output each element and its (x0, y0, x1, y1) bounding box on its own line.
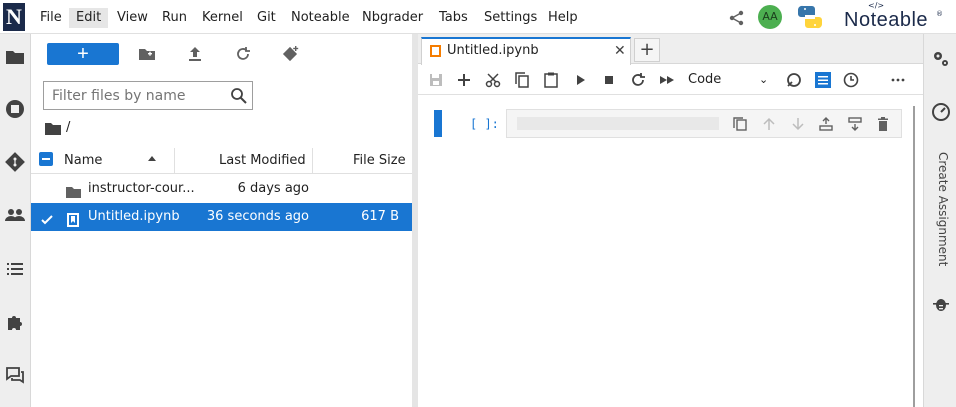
folder-icon[interactable] (4, 46, 26, 68)
menu-kernel[interactable]: Kernel (195, 8, 250, 28)
python-logo-icon (795, 4, 825, 30)
share-icon[interactable] (728, 9, 746, 27)
collaborators-icon[interactable] (4, 204, 26, 226)
insert-above-icon[interactable] (818, 116, 834, 132)
menu-bar: N File Edit View Run Kernel Git Noteable… (0, 0, 956, 34)
tab-label: Untitled.ipynb (447, 43, 539, 58)
create-assignment-tab[interactable]: Create Assignment (932, 152, 950, 267)
menu-nbgrader[interactable]: Nbgrader (355, 8, 430, 28)
select-all-checkbox[interactable] (39, 152, 53, 166)
column-file-size[interactable]: File Size (353, 153, 406, 168)
cut-icon[interactable] (484, 71, 502, 89)
cell-type-select[interactable]: Code ⌄ (688, 69, 774, 91)
tab-untitled-notebook[interactable]: Untitled.ipynb ✕ (421, 37, 631, 65)
tab-bar: Untitled.ipynb ✕ + (418, 34, 923, 65)
notebook-icon (430, 45, 441, 57)
move-down-icon[interactable] (790, 116, 806, 132)
file-modified: 36 seconds ago (206, 209, 309, 224)
insert-cell-icon[interactable] (455, 71, 473, 89)
run-icon[interactable] (571, 71, 589, 89)
menu-run[interactable]: Run (155, 8, 194, 28)
new-folder-icon[interactable] (138, 45, 156, 63)
file-row-notebook[interactable]: Untitled.ipynb 36 seconds ago 617 B (31, 203, 412, 231)
brand-registered-mark: ® (936, 10, 943, 18)
column-divider[interactable] (312, 148, 313, 174)
chevron-down-icon: ⌄ (759, 73, 769, 86)
copy-icon[interactable] (513, 71, 531, 89)
clock-icon[interactable] (842, 71, 860, 89)
refresh-icon[interactable] (234, 45, 252, 63)
paste-icon[interactable] (542, 71, 560, 89)
cell-type-value: Code (688, 72, 722, 87)
left-activity-bar (0, 34, 31, 407)
notebook-toolbar: Code ⌄ (418, 65, 923, 95)
fast-forward-icon[interactable] (658, 71, 676, 89)
git-clone-icon[interactable] (282, 45, 300, 63)
file-list-header: Name Last Modified File Size (31, 148, 412, 174)
checkmark-icon[interactable] (40, 210, 54, 225)
file-browser-panel: + / Name Last Modified File Size in (31, 34, 412, 407)
right-activity-bar: Create Assignment (923, 34, 956, 407)
search-icon (230, 87, 248, 105)
extensions-puzzle-icon[interactable] (4, 311, 26, 333)
file-row-folder[interactable]: instructor-cour... 6 days ago (31, 175, 412, 203)
code-cell-editor[interactable] (506, 109, 902, 138)
file-modified: 6 days ago (237, 181, 309, 196)
breadcrumb-root[interactable]: / (66, 120, 70, 135)
menu-git[interactable]: Git (250, 8, 283, 28)
more-icon[interactable] (889, 71, 907, 89)
git-icon[interactable] (4, 151, 26, 173)
close-icon[interactable]: ✕ (614, 39, 626, 63)
file-size: 617 B (361, 209, 399, 224)
settings-gears-icon[interactable] (930, 48, 952, 70)
chat-icon[interactable] (4, 364, 26, 386)
sort-ascending-icon[interactable] (148, 156, 156, 161)
filter-files-box (43, 81, 253, 110)
noteable-brand-logo: </> Noteable ® (844, 1, 944, 32)
notebook-scrollbar[interactable] (913, 106, 915, 407)
menu-tabs[interactable]: Tabs (432, 8, 475, 28)
notebook-file-icon (66, 210, 81, 227)
restart-kernel-icon[interactable] (629, 71, 647, 89)
stop-icon[interactable] (600, 71, 618, 89)
new-launcher-button[interactable]: + (47, 43, 119, 65)
menu-settings[interactable]: Settings (477, 8, 544, 28)
kernel-status-icon[interactable] (785, 71, 803, 89)
menu-view[interactable]: View (110, 8, 155, 28)
home-folder-icon[interactable] (45, 122, 61, 135)
property-inspector-icon[interactable] (814, 71, 832, 89)
running-sessions-icon[interactable] (4, 98, 26, 120)
filter-files-input[interactable] (50, 86, 220, 106)
menu-file[interactable]: File (33, 8, 69, 28)
cell-prompt: [ ]: (470, 117, 499, 131)
file-name: Untitled.ipynb (88, 209, 180, 224)
file-name: instructor-cour... (88, 181, 195, 196)
duplicate-cell-icon[interactable] (732, 116, 748, 132)
save-icon[interactable] (427, 71, 445, 89)
debugger-bug-icon[interactable] (930, 293, 952, 315)
active-cell-indicator (434, 110, 442, 137)
notebook-panel: Untitled.ipynb ✕ + Code ⌄ []: (418, 34, 923, 407)
menu-help[interactable]: Help (541, 8, 585, 28)
column-last-modified[interactable]: Last Modified (219, 153, 306, 168)
add-tab-button[interactable]: + (634, 38, 660, 62)
delete-icon[interactable] (875, 116, 891, 132)
column-name[interactable]: Name (64, 153, 102, 168)
gauge-icon[interactable] (930, 100, 952, 122)
brand-wordmark: Noteable (844, 9, 929, 31)
menu-edit[interactable]: Edit (69, 8, 109, 28)
noteable-n-logo: N (3, 3, 25, 31)
folder-icon (66, 182, 81, 198)
code-input-area[interactable] (517, 117, 719, 130)
table-of-contents-icon[interactable] (4, 258, 26, 280)
menu-noteable[interactable]: Noteable (284, 8, 357, 28)
move-up-icon[interactable] (761, 116, 777, 132)
column-divider[interactable] (174, 148, 175, 174)
insert-below-icon[interactable] (847, 116, 863, 132)
upload-icon[interactable] (186, 45, 204, 63)
user-avatar[interactable]: AA (758, 5, 782, 29)
